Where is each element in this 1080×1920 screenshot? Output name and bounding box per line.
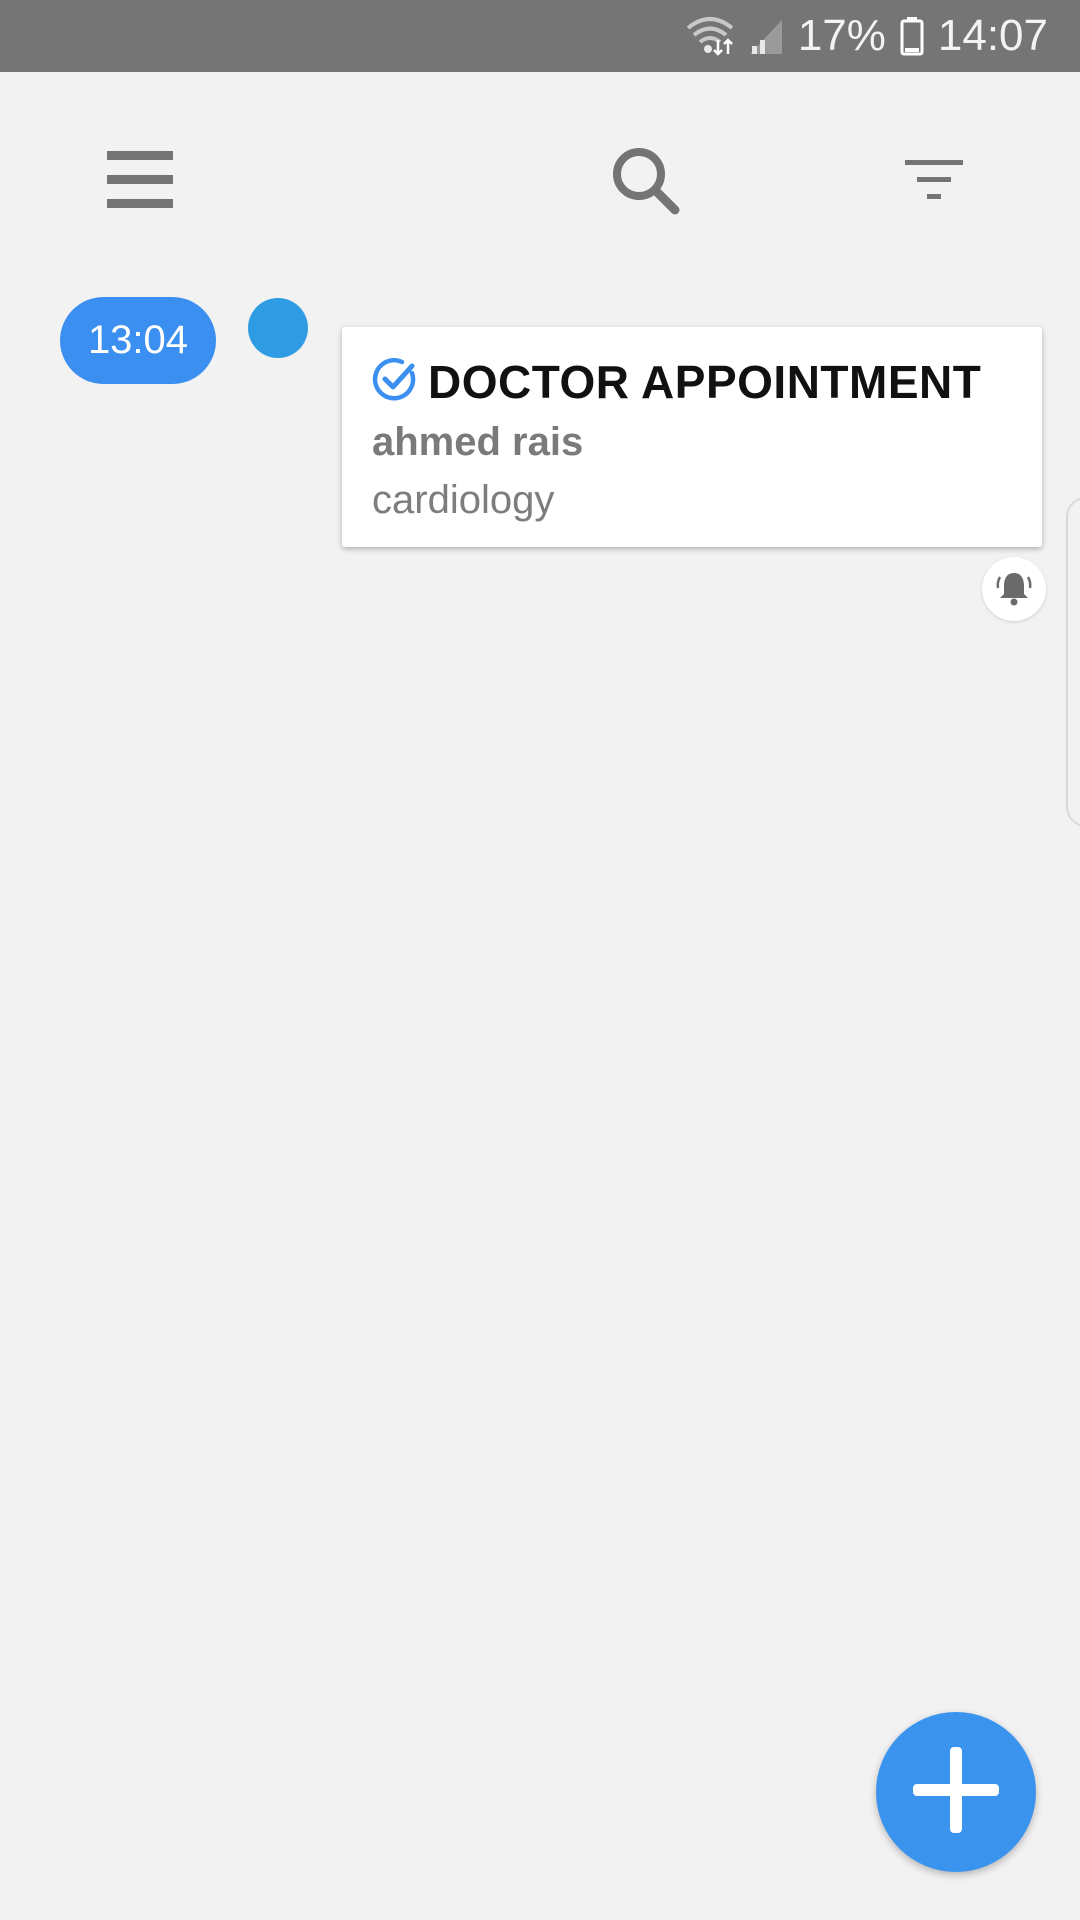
event-person: ahmed rais <box>372 420 584 464</box>
status-bar: 17% 14:07 <box>0 0 1080 72</box>
side-panel-handle[interactable] <box>1066 497 1080 827</box>
time-label[interactable]: 13:04 <box>60 297 216 384</box>
alarm-button[interactable] <box>982 557 1046 621</box>
filter-button[interactable] <box>885 132 985 232</box>
event-card[interactable]: DOCTOR APPOINTMENT ahmed rais cardiology <box>342 327 1042 547</box>
battery-icon <box>900 16 924 56</box>
status-time: 14:07 <box>937 11 1048 60</box>
signal-icon <box>748 16 784 56</box>
plus-icon <box>913 1746 999 1838</box>
search-button[interactable] <box>595 132 695 232</box>
add-event-button[interactable] <box>876 1712 1036 1872</box>
time-label-text: 13:04 <box>87 318 189 362</box>
battery-percent: 17% <box>797 11 886 60</box>
status-icons: 17% 14:07 <box>686 0 1048 72</box>
event-title: DOCTOR APPOINTMENT <box>428 356 982 408</box>
timeline-dot <box>248 298 308 358</box>
event-title-row: DOCTOR APPOINTMENT <box>372 355 981 409</box>
search-icon <box>609 144 681 221</box>
event-department: cardiology <box>372 478 555 522</box>
filter-icon <box>905 158 965 207</box>
toolbar <box>0 72 1080 272</box>
wifi-icon <box>686 16 734 56</box>
menu-button[interactable] <box>90 132 190 232</box>
alarm-bell-icon <box>994 567 1034 612</box>
menu-icon <box>107 150 173 214</box>
check-circle-icon <box>372 357 418 408</box>
